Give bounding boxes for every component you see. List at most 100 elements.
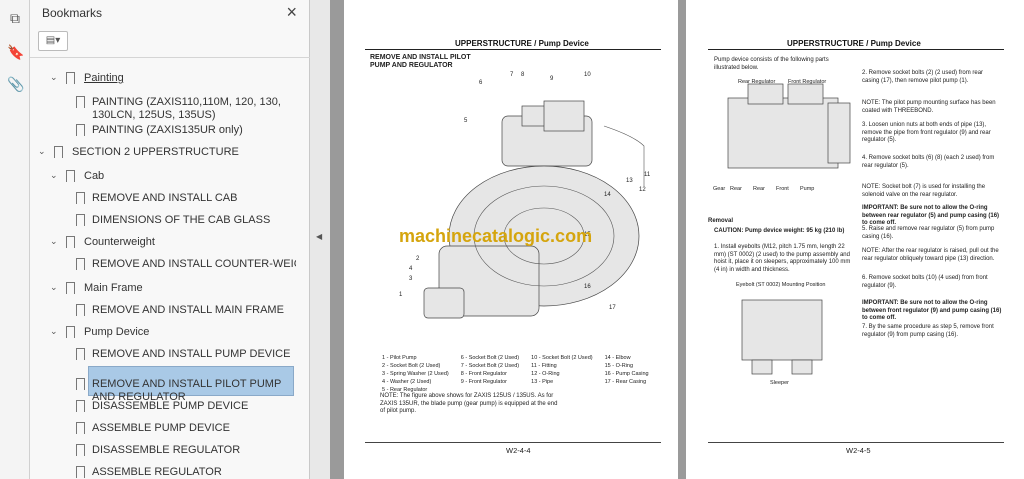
bookmark-icon xyxy=(76,124,85,140)
parts-legend: 1 - Pilot Pump 6 - Socket Bolt (2 Used) 10… xyxy=(380,353,661,395)
close-panel-button[interactable]: × xyxy=(286,2,297,23)
step-4: 4. Remove socket bolts (6) (8) (each 2 u… xyxy=(862,155,995,169)
svg-text:4: 4 xyxy=(409,266,413,272)
chevron-down-icon[interactable]: ⌄ xyxy=(50,72,60,83)
bookmark-icon xyxy=(76,378,85,394)
bookmark-label: REMOVE AND INSTALL PUMP DEVICE xyxy=(92,348,291,360)
legend-cell: 7 - Socket Bolt (2 Used) xyxy=(460,363,520,369)
bookmark-tree: ⌄ Painting PAINTING (ZAXIS110,110M, 120, 1… xyxy=(30,58,296,479)
eyebolt-diagram: Eyebolt (ST 0002) Mounting Position Sleep… xyxy=(736,282,825,386)
svg-text:2: 2 xyxy=(416,256,420,262)
bookmark-icon xyxy=(66,170,75,186)
bookmark-icon xyxy=(76,466,85,479)
legend-cell: 15 - O-Ring xyxy=(604,363,634,369)
svg-text:Rear Regulator: Rear Regulator xyxy=(738,79,775,85)
page-w2-4-5: UPPERSTRUCTURE / Pump Device Pump device… xyxy=(686,0,1024,479)
bookmark-icon xyxy=(66,282,75,298)
svg-text:Front: Front xyxy=(776,186,789,192)
bookmark-label: DISASSEMBLE REGULATOR xyxy=(92,444,241,456)
legend-cell: 3 - Spring Washer (2 Used) xyxy=(382,371,449,377)
svg-text:14: 14 xyxy=(604,192,611,198)
svg-text:3: 3 xyxy=(409,276,413,282)
bookmark-label: Cab xyxy=(84,170,105,182)
page-header: UPPERSTRUCTURE / Pump Device xyxy=(787,39,921,48)
footer-rule xyxy=(708,442,1004,443)
svg-text:6: 6 xyxy=(479,80,483,86)
bookmark-label: ASSEMBLE PUMP DEVICE xyxy=(92,422,230,434)
important-1: IMPORTANT: Be sure not to allow the O-ri… xyxy=(862,205,1000,226)
svg-text:Sleeper: Sleeper xyxy=(770,380,789,386)
legend-cell: 16 - Pump Casing xyxy=(604,371,649,377)
chevron-down-icon[interactable]: ⌄ xyxy=(50,236,60,247)
bookmark-icon xyxy=(76,444,85,460)
legend-cell: 12 - O-Ring xyxy=(531,371,560,377)
bookmarks-panel: Bookmarks × ▤▾ ⌄ Painting PAINTING (ZAXIS1… xyxy=(30,0,333,479)
svg-text:16: 16 xyxy=(584,284,591,290)
chevron-down-icon[interactable]: ⌄ xyxy=(50,170,60,181)
bookmark-icon xyxy=(76,96,85,112)
attachment-icon[interactable]: 📎 xyxy=(7,76,24,92)
bookmark-label: DIMENSIONS OF THE CAB GLASS xyxy=(92,214,271,226)
watermark-text: machinecatalogic.com xyxy=(399,226,593,246)
collapse-arrow-icon: ◀ xyxy=(316,232,323,241)
bookmark-label: REMOVE AND INSTALL CAB xyxy=(92,192,238,204)
svg-text:9: 9 xyxy=(550,76,554,82)
bookmark-label: PAINTING (ZAXIS135UR only) xyxy=(92,124,243,136)
bookmark-icon xyxy=(66,72,75,88)
document-view: UPPERSTRUCTURE / Pump Device REMOVE AND … xyxy=(330,0,1024,479)
removal-heading: Removal xyxy=(708,218,734,224)
pump-diagram: 7 8910 6511 121314 151617 4321 xyxy=(399,72,651,319)
legend-cell: 11 - Fitting xyxy=(531,363,557,369)
bookmark-icon xyxy=(76,258,85,274)
panel-collapse-handle[interactable]: ◀ xyxy=(310,0,330,479)
page-footer: W2-4-5 xyxy=(846,446,871,455)
legend-row: 1 - Pilot Pump 6 - Socket Bolt (2 Used) 10… xyxy=(382,355,659,361)
chevron-down-icon[interactable]: ⌄ xyxy=(50,326,60,337)
caution-text: CAUTION: Pump device weight: 95 kg (210 … xyxy=(714,228,845,234)
svg-text:Front Regulator: Front Regulator xyxy=(788,79,826,85)
bookmark-label: PAINTING (ZAXIS110,110M, 120, 130, 130LC… xyxy=(92,96,281,121)
intro-text: Pump device consists of the following pa… xyxy=(714,57,829,71)
svg-text:11: 11 xyxy=(644,172,651,178)
bookmark-icon[interactable]: 🔖 xyxy=(7,44,24,60)
chevron-down-icon[interactable]: ⌄ xyxy=(38,146,48,157)
svg-text:10: 10 xyxy=(584,72,591,78)
svg-text:Eyebolt (ST 0002) Mounting Pos: Eyebolt (ST 0002) Mounting Position xyxy=(736,282,825,288)
pdf-viewer: ⧉ 🔖 📎 Bookmarks × ▤▾ ⌄ Painting PAINTING (… xyxy=(0,0,1024,479)
step-2: 2. Remove socket bolts (2) (2 used) from… xyxy=(862,70,984,84)
note-threebond: NOTE: The pilot pump mounting surface ha… xyxy=(862,100,996,114)
page-w2-4-4: UPPERSTRUCTURE / Pump Device REMOVE AND … xyxy=(344,0,678,479)
chevron-down-icon[interactable]: ⌄ xyxy=(50,282,60,293)
legend-cell: 17 - Rear Casing xyxy=(604,379,647,385)
bookmark-label: Pump Device xyxy=(84,326,150,338)
legend-cell: 2 - Socket Bolt (2 Used) xyxy=(382,363,441,369)
bookmark-icon xyxy=(76,214,85,230)
legend-cell: 6 - Socket Bolt (2 Used) xyxy=(460,355,520,361)
header-rule xyxy=(708,49,1004,50)
svg-text:Gear: Gear xyxy=(713,186,725,192)
svg-text:7: 7 xyxy=(510,72,514,78)
note-socket-bolt: NOTE: Socket bolt (7) is used for instal… xyxy=(862,184,986,198)
legend-cell xyxy=(605,387,659,393)
bookmark-label: Painting xyxy=(84,72,124,84)
step-3: 3. Loosen union nuts at both ends of pip… xyxy=(862,122,991,143)
svg-text:5: 5 xyxy=(464,118,468,124)
bookmark-icon xyxy=(54,146,63,162)
bookmark-options-button[interactable]: ▤▾ xyxy=(38,31,68,51)
important-2: IMPORTANT: Be sure not to allow the O-ri… xyxy=(862,300,1002,321)
pages-icon[interactable]: ⧉ xyxy=(7,10,23,26)
bookmark-label: REMOVE AND INSTALL MAIN FRAME xyxy=(92,304,284,316)
legend-cell: 8 - Front Regulator xyxy=(460,371,507,377)
step-1: 1. Install eyebolts (M12, pitch 1.75 mm,… xyxy=(714,244,851,273)
legend-cell: 9 - Front Regulator xyxy=(460,379,507,385)
legend-cell: 1 - Pilot Pump xyxy=(382,355,417,361)
bookmark-icon xyxy=(76,304,85,320)
svg-text:12: 12 xyxy=(639,187,646,193)
legend-cell: 4 - Washer (2 Used) xyxy=(382,379,432,385)
legend-row: 3 - Spring Washer (2 Used) 8 - Front Regu… xyxy=(382,371,659,377)
bookmark-label: ASSEMBLE REGULATOR xyxy=(92,466,222,478)
panel-title: Bookmarks xyxy=(42,6,103,20)
step-6: 6. Remove socket bolts (10) (4 used) fro… xyxy=(862,275,988,289)
svg-text:1: 1 xyxy=(399,292,403,298)
footer-rule xyxy=(365,442,661,443)
